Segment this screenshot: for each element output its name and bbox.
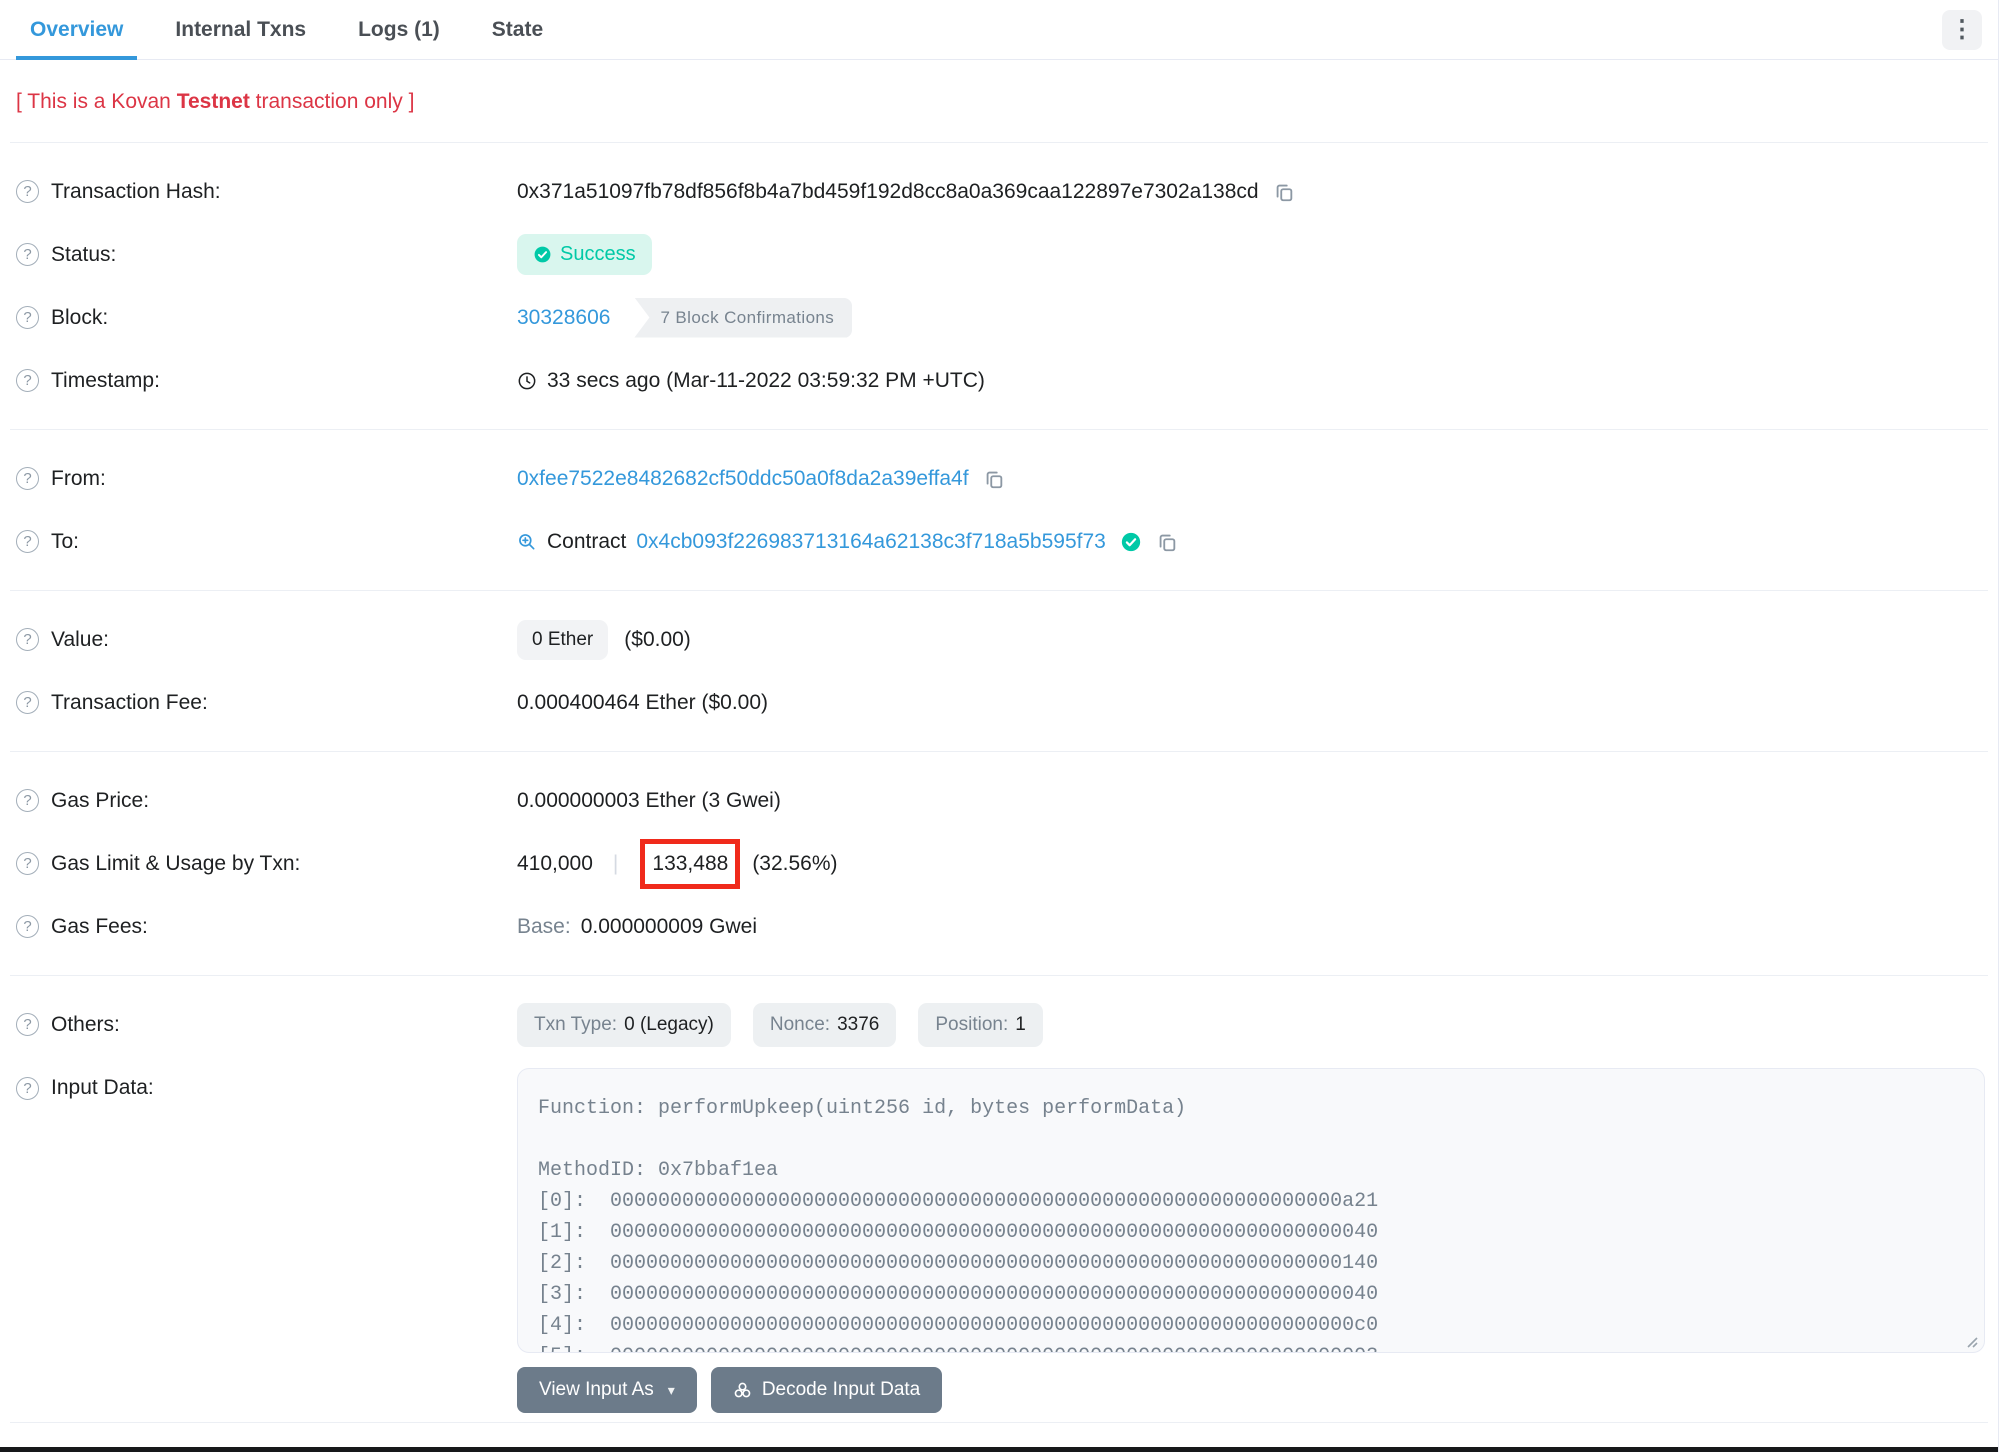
row-others: ? Others: Txn Type: 0 (Legacy) Nonce: 33… (16, 993, 1982, 1056)
group-addresses: ? From: 0xfee7522e8482682cf50ddc50a0f8da… (0, 430, 1998, 590)
nonce-badge: Nonce: 3376 (752, 1002, 897, 1047)
timestamp-value: 33 secs ago (Mar-11-2022 03:59:32 PM +UT… (547, 368, 985, 392)
notice-text-post: transaction only ] (249, 90, 415, 113)
verified-contract-icon (1120, 531, 1142, 553)
tab-state[interactable]: State (478, 0, 557, 59)
help-icon: ? (16, 852, 39, 875)
help-icon: ? (16, 306, 39, 329)
group-transaction: ? Transaction Hash: 0x371a51097fb78df856… (0, 143, 1998, 429)
caret-down-icon: ▾ (667, 1381, 675, 1398)
row-transaction-fee: ? Transaction Fee: 0.000400464 Ether ($0… (16, 671, 1982, 734)
gas-fees-label: Gas Fees: (51, 914, 148, 938)
row-status: ? Status: Success (16, 223, 1982, 286)
input-data-textarea[interactable]: Function: performUpkeep(uint256 id, byte… (517, 1068, 1985, 1353)
timestamp-label: Timestamp: (51, 368, 160, 392)
row-timestamp: ? Timestamp: 33 secs ago (Mar-11-2022 03… (16, 349, 1982, 412)
copy-icon[interactable] (1273, 181, 1295, 203)
from-label: From: (51, 466, 106, 490)
row-value: ? Value: 0 Ether ($0.00) (16, 608, 1982, 671)
transaction-fee-label: Transaction Fee: (51, 690, 208, 714)
help-icon: ? (16, 628, 39, 651)
help-icon: ? (16, 789, 39, 812)
value-amount-badge: 0 Ether (517, 619, 609, 660)
help-icon: ? (16, 1013, 39, 1036)
gas-used-percent: (32.56%) (752, 851, 838, 875)
row-gas-price: ? Gas Price: 0.000000003 Ether (3 Gwei) (16, 769, 1982, 832)
notice-text-bold: Testnet (176, 90, 250, 113)
annotation-highlight-box: 133,488 (640, 838, 741, 889)
others-label: Others: (51, 1012, 120, 1036)
decode-icon (734, 1382, 751, 1397)
block-label: Block: (51, 305, 109, 329)
status-label: Status: (51, 242, 117, 266)
decode-input-data-button[interactable]: Decode Input Data (710, 1367, 943, 1413)
gas-separator: | (612, 851, 619, 875)
row-from: ? From: 0xfee7522e8482682cf50ddc50a0f8da… (16, 447, 1982, 510)
help-icon: ? (16, 180, 39, 203)
help-icon: ? (16, 243, 39, 266)
help-icon: ? (16, 530, 39, 553)
from-address-link[interactable]: 0xfee7522e8482682cf50ddc50a0f8da2a39effa… (517, 467, 969, 491)
to-address-link[interactable]: 0x4cb093f226983713164a62138c3f718a5b595f… (636, 530, 1105, 554)
testnet-notice: [ This is a Kovan Testnet transaction on… (0, 60, 1998, 142)
group-others-input: ? Others: Txn Type: 0 (Legacy) Nonce: 33… (0, 976, 1998, 1430)
to-contract-word: Contract (547, 529, 627, 553)
transaction-hash-label: Transaction Hash: (51, 179, 221, 203)
transaction-hash-value: 0x371a51097fb78df856f8b4a7bd459f192d8cc8… (517, 179, 1259, 203)
row-to: ? To: Contract 0x4cb093f226983713164a621… (16, 510, 1982, 573)
tab-overview[interactable]: Overview (16, 0, 138, 60)
copy-icon[interactable] (983, 468, 1005, 490)
notice-text-pre: [ This is a Kovan (16, 90, 177, 113)
zoom-in-icon[interactable] (517, 532, 537, 552)
view-input-as-button[interactable]: View Input As ▾ (517, 1367, 697, 1413)
tab-internal-txns[interactable]: Internal Txns (161, 0, 320, 59)
transaction-detail-card: Overview Internal Txns Logs (1) State ⋮ … (0, 0, 1999, 1452)
txn-type-badge: Txn Type: 0 (Legacy) (517, 1002, 731, 1047)
gas-fees-base-value: 0.000000009 Gwei (580, 914, 758, 938)
row-input-data: ? Input Data: Function: performUpkeep(ui… (16, 1056, 1985, 1413)
block-confirmations-badge: 7 Block Confirmations (634, 297, 853, 338)
check-circle-icon (534, 246, 551, 263)
gas-limit-label: Gas Limit & Usage by Txn: (51, 851, 301, 875)
tab-logs[interactable]: Logs (1) (344, 0, 454, 59)
value-label: Value: (51, 627, 109, 651)
gas-fees-base-label: Base: (517, 914, 571, 938)
more-options-button[interactable]: ⋮ (1942, 9, 1982, 50)
group-gas: ? Gas Price: 0.000000003 Ether (3 Gwei) … (0, 752, 1998, 975)
kebab-icon: ⋮ (1950, 15, 1974, 43)
input-data-label: Input Data: (51, 1076, 154, 1099)
value-usd: ($0.00) (624, 627, 691, 651)
gas-used-value: 133,488 (652, 851, 729, 875)
footer-divider (10, 1422, 1988, 1423)
resize-handle-icon[interactable] (1963, 1331, 1979, 1348)
window-bottom-edge (0, 1447, 1998, 1452)
tab-bar: Overview Internal Txns Logs (1) State ⋮ (0, 0, 1998, 60)
position-badge: Position: 1 (918, 1002, 1043, 1047)
group-value: ? Value: 0 Ether ($0.00) ? Transaction F… (0, 591, 1998, 751)
status-value: Success (560, 243, 636, 265)
help-icon: ? (16, 1076, 39, 1100)
input-data-wrap: Function: performUpkeep(uint256 id, byte… (517, 1068, 1985, 1353)
row-gas-limit-usage: ? Gas Limit & Usage by Txn: 410,000 | 13… (16, 832, 1982, 895)
row-transaction-hash: ? Transaction Hash: 0x371a51097fb78df856… (16, 160, 1982, 223)
copy-icon[interactable] (1156, 531, 1178, 553)
clock-icon (517, 371, 537, 391)
help-icon: ? (16, 467, 39, 490)
gas-price-value: 0.000000003 Ether (3 Gwei) (517, 788, 781, 812)
status-badge: Success (517, 234, 652, 275)
row-block: ? Block: 30328606 7 Block Confirmations (16, 286, 1982, 349)
row-gas-fees: ? Gas Fees: Base: 0.000000009 Gwei (16, 895, 1982, 958)
help-icon: ? (16, 691, 39, 714)
help-icon: ? (16, 915, 39, 938)
help-icon: ? (16, 369, 39, 392)
block-number-link[interactable]: 30328606 (517, 306, 610, 330)
input-buttons-row: View Input As ▾ Decode Input Data (517, 1367, 1985, 1413)
to-label: To: (51, 529, 80, 553)
gas-price-label: Gas Price: (51, 788, 150, 812)
gas-limit-value: 410,000 (517, 851, 593, 875)
transaction-fee-value: 0.000400464 Ether ($0.00) (517, 690, 769, 714)
